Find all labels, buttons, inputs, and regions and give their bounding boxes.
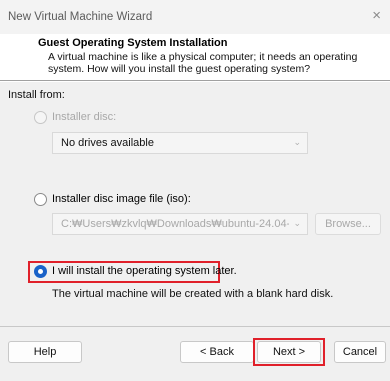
- chevron-down-icon: ⌄: [293, 218, 301, 228]
- window-title: New Virtual Machine Wizard: [8, 11, 153, 23]
- iso-path-value: C:₩Users₩zkvlq₩Downloads₩ubuntu-24.04-de…: [61, 218, 289, 230]
- wizard-header: Guest Operating System Installation A vi…: [0, 34, 390, 80]
- iso-file-label: Installer disc image file (iso):: [52, 193, 191, 205]
- page-description: A virtual machine is like a physical com…: [48, 51, 358, 75]
- back-button[interactable]: < Back: [180, 341, 254, 363]
- next-button[interactable]: Next >: [257, 341, 321, 363]
- wizard-footer: Help < Back Next > Cancel: [0, 327, 390, 381]
- header-divider: [0, 80, 390, 81]
- install-later-description: The virtual machine will be created with…: [52, 288, 334, 300]
- installer-disc-label: Installer disc:: [52, 111, 117, 123]
- help-button[interactable]: Help: [8, 341, 82, 363]
- install-options-panel: Install from: Installer disc: No drives …: [0, 82, 390, 326]
- page-title: Guest Operating System Installation: [38, 37, 228, 49]
- installer-disc-radio[interactable]: [34, 111, 47, 124]
- title-bar: New Virtual Machine Wizard ×: [0, 0, 390, 34]
- browse-button[interactable]: Browse...: [315, 213, 381, 235]
- chevron-down-icon: ⌄: [293, 137, 301, 147]
- iso-file-radio[interactable]: [34, 193, 47, 206]
- iso-path-combobox[interactable]: C:₩Users₩zkvlq₩Downloads₩ubuntu-24.04-de…: [52, 213, 308, 235]
- installer-disc-dropdown-value: No drives available: [61, 137, 154, 149]
- install-from-label: Install from:: [8, 89, 65, 101]
- installer-disc-dropdown[interactable]: No drives available ⌄: [52, 132, 308, 154]
- close-icon[interactable]: ×: [372, 8, 381, 23]
- cancel-button[interactable]: Cancel: [334, 341, 386, 363]
- install-later-label[interactable]: I will install the operating system late…: [52, 265, 237, 277]
- install-later-radio[interactable]: [34, 265, 47, 278]
